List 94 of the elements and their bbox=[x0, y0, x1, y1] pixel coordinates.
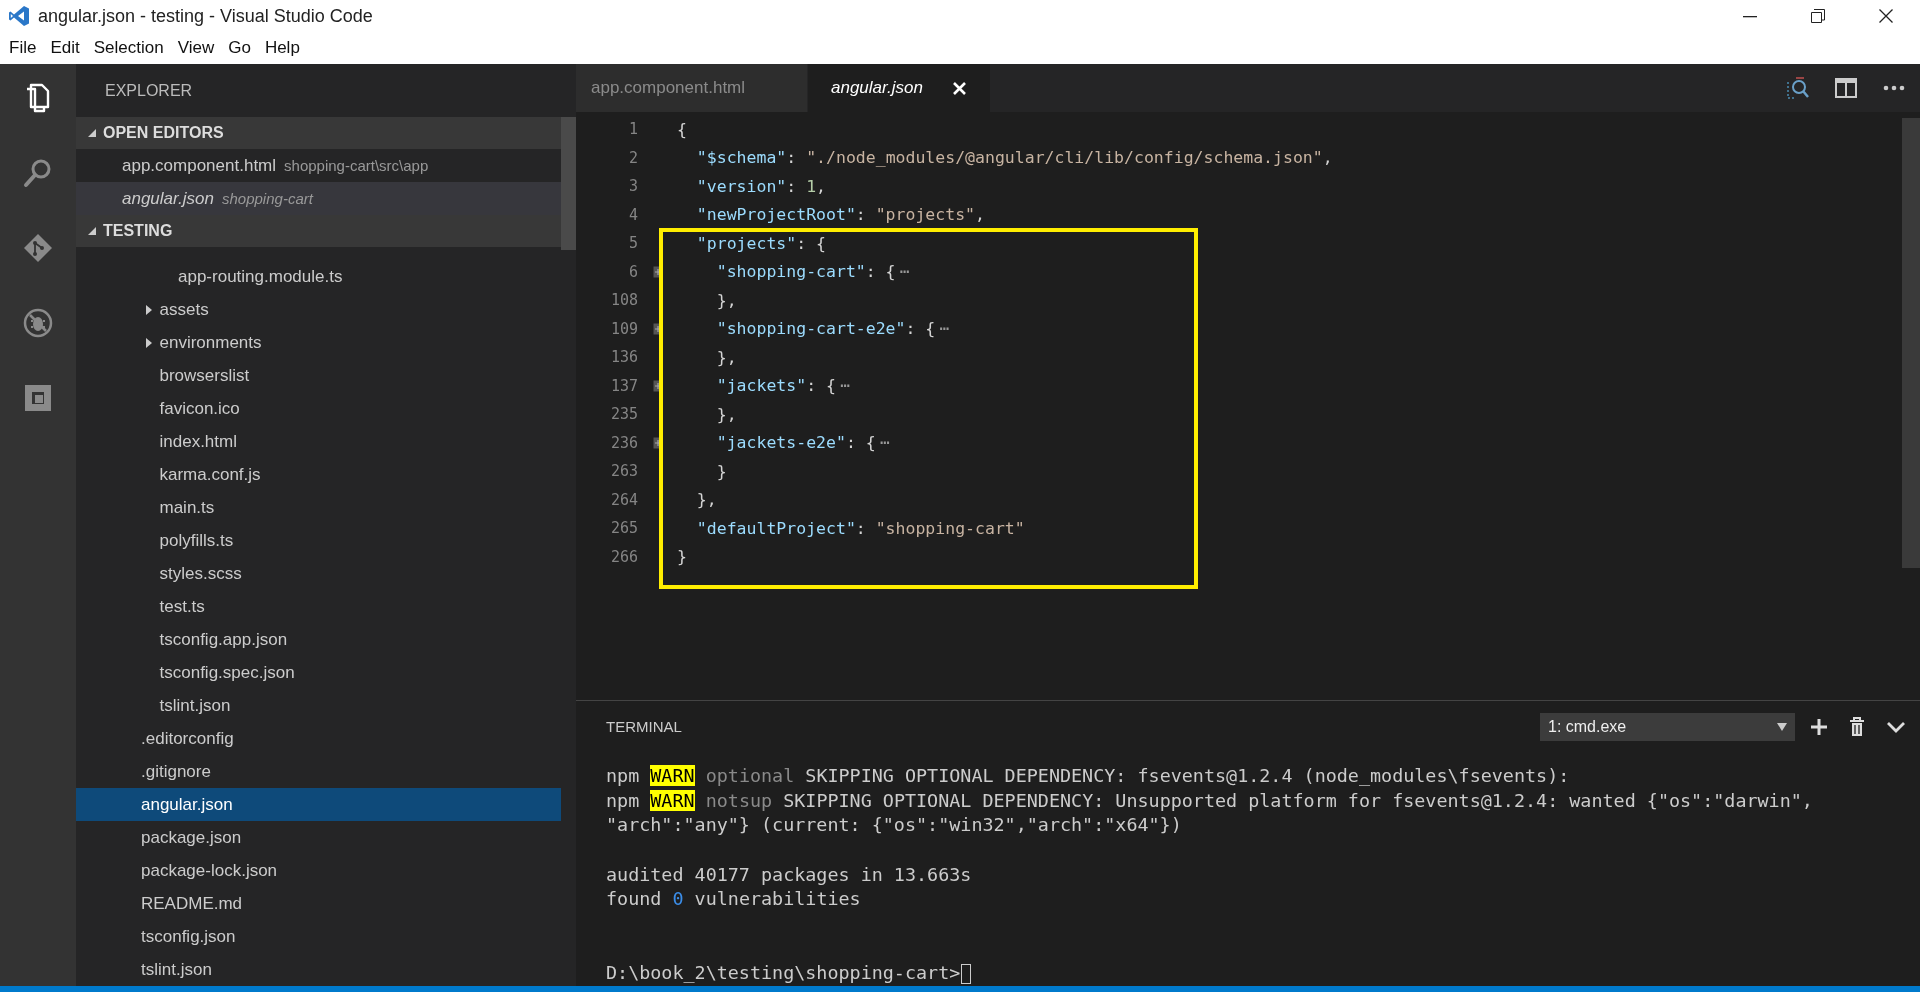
explorer-folder[interactable]: environments bbox=[76, 326, 561, 359]
menu-item[interactable]: Go bbox=[221, 38, 258, 58]
line-number: 136 bbox=[609, 348, 638, 367]
code-line: "jackets": { ⋯ bbox=[715, 376, 850, 396]
code-line: }, bbox=[695, 490, 717, 510]
code-line: "newProjectRoot": "projects", bbox=[695, 205, 985, 225]
scrollbar[interactable] bbox=[1902, 118, 1920, 568]
explorer-entry[interactable]: browserslist bbox=[76, 359, 561, 392]
split-editor-icon[interactable] bbox=[1834, 76, 1858, 100]
line-number: 3 bbox=[627, 177, 638, 196]
terminal-line: D:\book_2\testing\shopping-cart> bbox=[606, 961, 961, 986]
code-line: }, bbox=[715, 404, 737, 424]
explorer-entry[interactable]: favicon.ico bbox=[76, 392, 561, 425]
line-number: 137 bbox=[609, 376, 638, 395]
section-header[interactable]: TESTING bbox=[76, 215, 561, 247]
collapsed-arrow-icon bbox=[144, 337, 154, 348]
window-title: angular.json - testing - Visual Studio Code bbox=[38, 5, 373, 27]
menu-item[interactable]: Selection bbox=[86, 38, 171, 58]
menu-item[interactable]: File bbox=[2, 38, 44, 58]
line-number: 264 bbox=[609, 490, 638, 509]
line-number: 6 bbox=[627, 262, 638, 281]
code-line: }, bbox=[715, 290, 737, 310]
line-number: 5 bbox=[627, 234, 638, 253]
extensions-icon[interactable] bbox=[22, 382, 54, 414]
line-number: 265 bbox=[609, 519, 638, 538]
collapse-triangle-icon bbox=[87, 128, 97, 138]
line-number: 236 bbox=[609, 433, 638, 452]
open-editor-item[interactable]: angular.json shopping-cart bbox=[76, 182, 561, 215]
code-line: { bbox=[677, 119, 687, 139]
code-line: "jackets-e2e": { ⋯ bbox=[715, 433, 890, 453]
menu-item[interactable]: Edit bbox=[43, 38, 87, 58]
terminal-line: npm WARN optional SKIPPING OPTIONAL DEPENDENCY: fsevents@1.2.4 (node_modules\fsevents): bbox=[606, 763, 1570, 788]
app-logo-icon bbox=[8, 5, 30, 27]
line-number: 109 bbox=[609, 319, 638, 338]
menu-item[interactable]: Help bbox=[257, 38, 307, 58]
terminal-line: "arch":"any"} (current: {"os":"win32","arch":"x64"}) bbox=[606, 813, 1182, 838]
code-line: } bbox=[677, 547, 687, 567]
collapse-triangle-icon bbox=[87, 226, 97, 236]
menu-item[interactable]: View bbox=[170, 38, 222, 58]
explorer-entry[interactable]: tsconfig.spec.json bbox=[76, 656, 561, 689]
editor-tab[interactable]: app.component.html bbox=[576, 64, 808, 112]
code-line: "shopping-cart": { ⋯ bbox=[715, 262, 910, 282]
restore-icon[interactable] bbox=[1811, 9, 1825, 23]
preview-search-icon[interactable] bbox=[1786, 76, 1810, 100]
explorer-entry[interactable]: package.json bbox=[76, 821, 561, 854]
explorer-entry[interactable]: tsconfig.json bbox=[76, 920, 561, 953]
trash-icon[interactable] bbox=[1849, 716, 1865, 737]
terminal-line: npm WARN notsup SKIPPING OPTIONAL DEPENDENCY: Unsupported platform for fsevents@1.2.4: wanted {"os":"darwin", bbox=[606, 788, 1813, 813]
explorer-folder[interactable]: assets bbox=[76, 293, 561, 326]
line-number: 4 bbox=[627, 205, 638, 224]
explorer-entry[interactable]: app-routing.module.ts bbox=[76, 260, 561, 293]
explorer-entry[interactable]: main.ts bbox=[76, 491, 561, 524]
code-line: "defaultProject": "shopping-cart" bbox=[695, 518, 1025, 538]
editor-tab[interactable]: angular.json bbox=[808, 64, 991, 112]
line-number: 266 bbox=[609, 547, 638, 566]
collapsed-arrow-icon bbox=[144, 304, 154, 315]
explorer-entry[interactable]: tslint.json bbox=[76, 689, 561, 722]
code-line: "projects": { bbox=[695, 233, 827, 253]
section-header[interactable]: OPEN EDITORS bbox=[76, 117, 561, 149]
code-line: "shopping-cart-e2e": { ⋯ bbox=[715, 319, 950, 339]
explorer-entry[interactable]: styles.scss bbox=[76, 557, 561, 590]
add-icon[interactable] bbox=[1810, 717, 1828, 736]
line-number: 2 bbox=[627, 148, 638, 167]
explorer-entry[interactable]: angular.json bbox=[76, 788, 561, 821]
bug-off-icon[interactable] bbox=[22, 307, 54, 339]
line-number: 108 bbox=[609, 291, 638, 310]
dropdown-arrow-icon bbox=[1777, 722, 1787, 731]
explorer-entry[interactable]: karma.conf.js bbox=[76, 458, 561, 491]
line-number: 1 bbox=[627, 120, 638, 139]
open-editor-item[interactable]: app.component.html shopping-cart\src\app bbox=[76, 149, 561, 182]
git-icon[interactable] bbox=[22, 232, 54, 264]
line-number: 263 bbox=[609, 462, 638, 481]
code-line: "version": 1, bbox=[695, 176, 827, 196]
explorer-entry[interactable]: polyfills.ts bbox=[76, 524, 561, 557]
terminal-line: audited 40177 packages in 13.663s bbox=[606, 862, 972, 887]
scrollbar-thumb[interactable] bbox=[561, 117, 576, 250]
explorer-entry[interactable]: package-lock.json bbox=[76, 854, 561, 887]
explorer-entry[interactable]: index.html bbox=[76, 425, 561, 458]
explorer-entry[interactable]: .gitignore bbox=[76, 755, 561, 788]
explorer-entry[interactable]: tslint.json bbox=[76, 953, 561, 986]
terminal-selector[interactable]: 1: cmd.exe bbox=[1540, 712, 1795, 741]
code-line: } bbox=[715, 461, 727, 481]
terminal-line: found 0 vulnerabilities bbox=[606, 887, 861, 912]
explorer-entry[interactable]: test.ts bbox=[76, 590, 561, 623]
code-line: }, bbox=[715, 347, 737, 367]
chevron-down-icon[interactable] bbox=[1886, 719, 1906, 734]
explorer-entry[interactable]: README.md bbox=[76, 887, 561, 920]
line-number: 235 bbox=[609, 405, 638, 424]
panel-title[interactable]: TERMINAL bbox=[606, 718, 682, 736]
explorer-entry[interactable]: .editorconfig bbox=[76, 722, 561, 755]
explorer-entry[interactable]: tsconfig.app.json bbox=[76, 623, 561, 656]
code-line: "$schema": "./node_modules/@angular/cli/lib/config/schema.json", bbox=[695, 148, 1333, 168]
explorer-title: EXPLORER bbox=[105, 81, 193, 100]
close-icon[interactable] bbox=[1879, 9, 1893, 23]
